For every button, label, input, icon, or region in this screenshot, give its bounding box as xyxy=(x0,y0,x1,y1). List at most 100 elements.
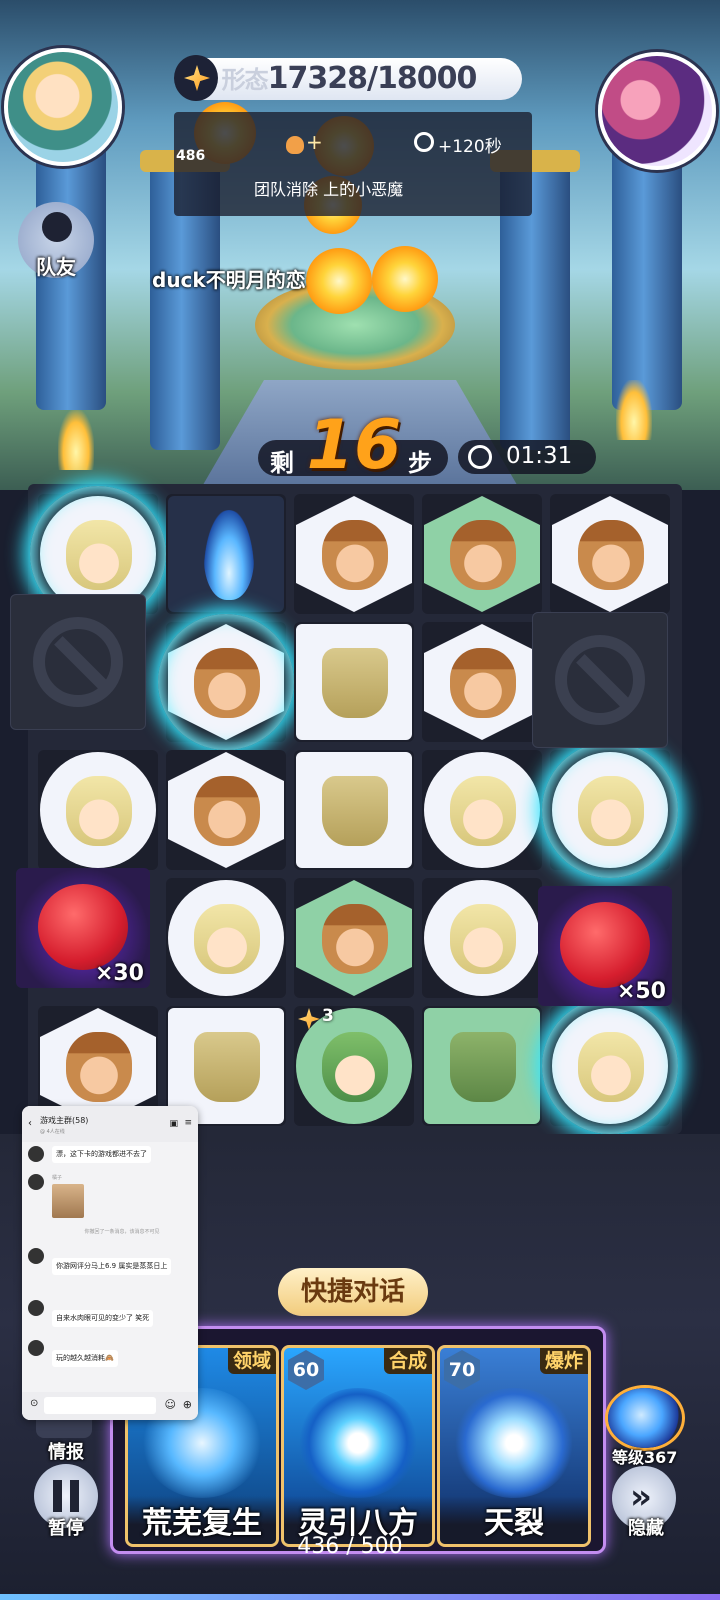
energy-orb xyxy=(372,246,438,312)
avatar xyxy=(28,1174,44,1190)
chat-message: 自来水肉眼可见的变少了 笑死 xyxy=(52,1310,154,1327)
timer-panel: 01:31 xyxy=(458,440,596,474)
emoji-icon[interactable]: ☺ xyxy=(165,1398,176,1411)
tile-golem-square xyxy=(296,752,412,868)
score-value: 17328/18000 xyxy=(267,61,478,96)
avatar xyxy=(28,1340,44,1356)
skill-tag: 爆炸 xyxy=(540,1348,588,1374)
board-cell[interactable] xyxy=(166,622,286,742)
selection-glow xyxy=(542,998,678,1134)
energy-counter: 436 / 500 xyxy=(297,1534,403,1559)
board-cell[interactable] xyxy=(294,494,414,614)
calendar-icon[interactable]: ▣ xyxy=(169,1119,178,1129)
skill-level: 60 xyxy=(288,1350,324,1390)
board-cell[interactable] xyxy=(550,494,670,614)
time-bonus: +120秒 xyxy=(438,137,502,157)
tile-elf-circle xyxy=(424,880,540,996)
score-prefix: 形态 xyxy=(221,66,269,94)
little-devil-enemy[interactable]: ×50 xyxy=(538,886,672,1006)
tile-monkey-hex xyxy=(424,624,540,740)
opponent-avatar[interactable] xyxy=(598,52,716,170)
cat-image[interactable] xyxy=(52,1184,84,1218)
player-avatar[interactable] xyxy=(4,48,122,166)
score-star-icon xyxy=(174,55,218,101)
tile-monkey-green-hex xyxy=(296,880,412,996)
board-cell[interactable] xyxy=(422,878,542,998)
pause-icon xyxy=(53,1480,79,1512)
selection-glow xyxy=(158,614,294,750)
board-cell[interactable] xyxy=(422,750,542,870)
skill-name: 荒芜复生 xyxy=(128,1496,276,1544)
devil-face-icon xyxy=(38,884,128,970)
tile-monkey-green-hex xyxy=(424,496,540,612)
tile-golem-square xyxy=(296,624,412,740)
board-cell[interactable] xyxy=(166,750,286,870)
alarm-clock-icon xyxy=(414,132,434,152)
board-cell[interactable] xyxy=(422,494,542,614)
energy-bar xyxy=(0,1594,720,1600)
tile-blue-flame xyxy=(168,496,284,612)
chat-header: ‹ 游戏主群(58) @ 4人在线 ▣ ≡ xyxy=(22,1106,198,1142)
quick-chat-button[interactable]: 快捷对话 xyxy=(278,1268,428,1316)
chat-subtitle: @ 4人在线 xyxy=(40,1129,65,1135)
tile-monkey-hex xyxy=(552,496,668,612)
board-cell[interactable] xyxy=(422,622,542,742)
chat-input[interactable] xyxy=(44,1397,156,1414)
blue-flame-icon xyxy=(204,510,254,600)
alarm-clock-icon xyxy=(468,445,492,469)
mission-text: 团队消除 上的小恶魔 xyxy=(254,180,404,199)
chat-system-note: 你撤回了一条消息，该消息不可见 xyxy=(84,1229,160,1235)
step-bonus: + xyxy=(306,130,323,154)
match-board: 3 xyxy=(28,484,682,1134)
blocked-tile xyxy=(532,612,668,748)
menu-icon[interactable]: ≡ xyxy=(184,1118,192,1128)
team-icon xyxy=(42,212,72,242)
prohibited-icon xyxy=(33,617,123,707)
gem-badge-count: 3 xyxy=(322,1006,334,1026)
chat-message: 你游网评分马上6.9 属实是蒸蒸日上 xyxy=(52,1258,172,1275)
board-cell[interactable] xyxy=(294,878,414,998)
team-button[interactable]: 队友 xyxy=(18,202,94,279)
score-progress-bar: 形态17328/18000 xyxy=(176,58,522,100)
avatar xyxy=(28,1300,44,1316)
pause-label[interactable]: 暂停 xyxy=(48,1514,84,1540)
little-devil-enemy[interactable]: ×30 xyxy=(16,868,150,988)
info-label[interactable]: 情报 xyxy=(48,1438,84,1464)
tile-elf-circle xyxy=(168,880,284,996)
hide-label[interactable]: 隐藏 xyxy=(628,1514,664,1540)
steps-suffix: 步 xyxy=(408,449,432,477)
chat-message: 漂，这下卡的游戏都进不去了 xyxy=(52,1146,151,1163)
tile-monkey-hex xyxy=(296,496,412,612)
tile-elf-circle xyxy=(424,752,540,868)
chat-input-bar: ⊙ ☺ ⊕ xyxy=(22,1392,198,1420)
skill-card[interactable]: 70 爆炸 天裂 xyxy=(437,1345,591,1547)
microphone-icon[interactable]: ⊙ xyxy=(30,1398,38,1409)
skill-tag: 合成 xyxy=(384,1348,432,1374)
board-cell[interactable] xyxy=(166,494,286,614)
level-planet-icon[interactable] xyxy=(608,1388,682,1448)
board-cell[interactable] xyxy=(422,1006,542,1126)
teammate-name: duck不明月的恋 xyxy=(152,268,306,292)
board-cell[interactable] xyxy=(550,750,670,870)
board-cell[interactable]: 3 xyxy=(294,1006,414,1126)
torch-flame-icon xyxy=(616,380,652,440)
board-cell[interactable] xyxy=(38,750,158,870)
prohibited-icon xyxy=(555,635,645,725)
board-cell[interactable] xyxy=(166,878,286,998)
board-cell[interactable] xyxy=(294,622,414,742)
tile-elf-green-circle xyxy=(296,1008,412,1124)
tile-monkey-hex xyxy=(168,752,284,868)
skill-card[interactable]: 60 合成 灵引八方 xyxy=(281,1345,435,1547)
steps-prefix: 剩 xyxy=(270,449,294,477)
board-cell[interactable] xyxy=(294,750,414,870)
skill-art-lightning xyxy=(454,1388,574,1498)
plus-icon[interactable]: ⊕ xyxy=(183,1398,192,1411)
back-icon[interactable]: ‹ xyxy=(28,1118,32,1129)
blocked-tile xyxy=(10,594,146,730)
skill-name: 天裂 xyxy=(440,1496,588,1544)
bonus-counter: 486 xyxy=(176,148,206,164)
selection-glow xyxy=(542,742,678,878)
steps-remaining: 16 xyxy=(306,406,402,485)
chat-overlay: ‹ 游戏主群(58) @ 4人在线 ▣ ≡ 漂，这下卡的游戏都进不去了 橘子 你… xyxy=(22,1106,198,1420)
board-cell[interactable] xyxy=(550,1006,670,1126)
